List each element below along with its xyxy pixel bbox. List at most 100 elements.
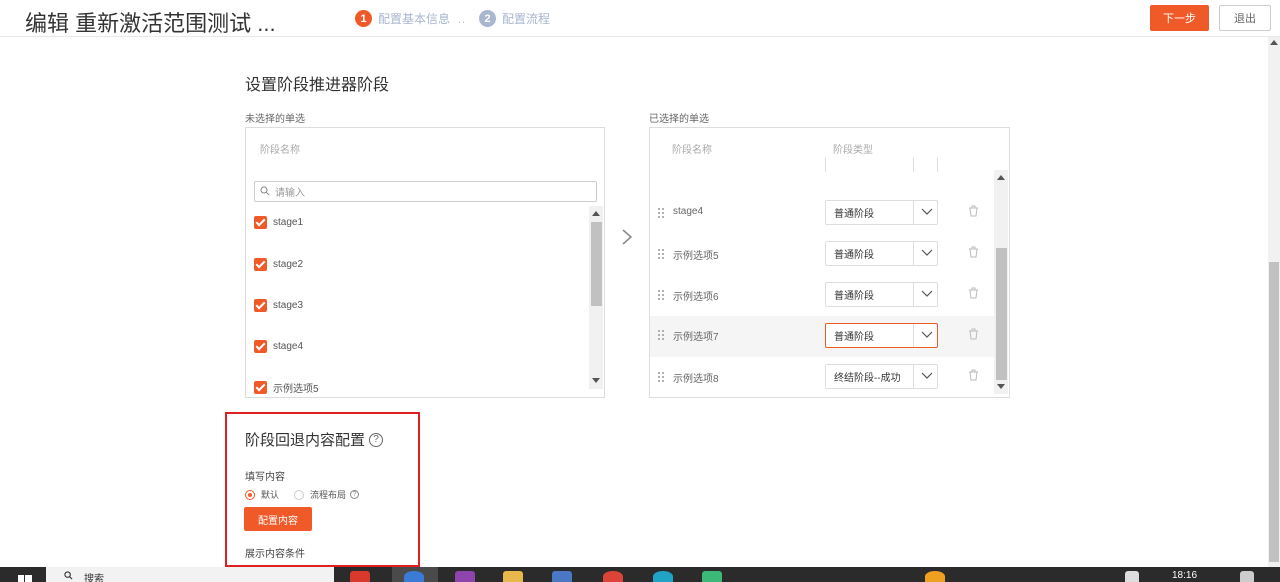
list-scrollbar[interactable] — [994, 170, 1008, 394]
stage-type-select[interactable]: 终结阶段--成功 — [825, 364, 938, 389]
drag-handle-icon[interactable] — [657, 371, 665, 383]
list-item[interactable]: 示例选项5 — [254, 380, 319, 395]
scrollbar-thumb[interactable] — [996, 248, 1007, 380]
scrollbar-thumb[interactable] — [591, 222, 602, 306]
list-item[interactable]: stage2 — [254, 257, 303, 271]
help-icon[interactable]: ? — [350, 490, 360, 499]
drag-handle-icon[interactable] — [657, 289, 665, 301]
radio-flow-layout[interactable]: 流程布局 ? — [294, 488, 360, 501]
select-value: 终结阶段--成功 — [834, 373, 901, 384]
stage-name: 示例选项8 — [673, 374, 719, 385]
drag-handle-icon[interactable] — [657, 248, 665, 260]
table-row[interactable]: 示例选项8 终结阶段--成功 — [650, 364, 994, 397]
folder-icon[interactable] — [503, 571, 523, 582]
stage-type-select — [825, 158, 938, 172]
search-input[interactable]: 请输入 — [254, 181, 597, 202]
column-header-name: 阶段名称 — [260, 145, 300, 156]
help-icon[interactable]: ? — [369, 432, 384, 447]
scroll-down-arrow-icon[interactable] — [592, 378, 600, 383]
trash-icon[interactable] — [968, 205, 979, 217]
search-icon — [64, 571, 73, 580]
rollback-title-text: 阶段回退内容配置 — [245, 432, 366, 449]
drag-handle-icon[interactable] — [657, 329, 665, 341]
windows-start-icon[interactable] — [18, 573, 32, 582]
app-icon[interactable] — [350, 571, 370, 582]
table-row[interactable]: stage4 普通阶段 — [650, 200, 994, 241]
list-scrollbar[interactable] — [589, 206, 603, 389]
select-value: 普通阶段 — [834, 291, 874, 302]
list-item[interactable]: stage4 — [254, 339, 303, 353]
weather-icon[interactable] — [925, 571, 945, 582]
step-basic-info[interactable]: 1 配置基本信息 — [355, 10, 450, 27]
browser-icon[interactable] — [404, 571, 424, 582]
action-center-icon[interactable] — [1240, 571, 1254, 582]
radio-button-selected[interactable] — [245, 489, 255, 500]
select-value: 普通阶段 — [834, 250, 874, 261]
app-icon[interactable] — [653, 571, 673, 582]
scroll-down-arrow-icon[interactable] — [997, 384, 1005, 389]
display-condition-label: 展示内容条件 — [245, 549, 305, 560]
checkbox-checked[interactable] — [254, 298, 267, 312]
trash-icon[interactable] — [968, 246, 979, 258]
page-title: 编辑 重新激活范围测试 ... — [25, 11, 276, 36]
radio-label: 默认 — [261, 490, 280, 500]
trash-icon[interactable] — [968, 328, 979, 340]
chevron-down-icon[interactable] — [921, 330, 933, 340]
configure-content-button[interactable]: 配置内容 — [244, 507, 312, 531]
select-divider — [913, 242, 914, 265]
chevron-down-icon[interactable] — [921, 371, 933, 381]
list-item[interactable]: stage1 — [254, 215, 303, 229]
list-item[interactable]: stage3 — [254, 298, 303, 312]
checkbox-checked[interactable] — [254, 339, 267, 353]
app-icon[interactable] — [552, 571, 572, 582]
select-divider — [913, 158, 914, 172]
stage-type-select[interactable]: 普通阶段 — [825, 323, 938, 348]
radio-button[interactable] — [294, 489, 304, 500]
chevron-down-icon[interactable] — [921, 289, 933, 299]
radio-label: 流程布局 — [310, 490, 347, 500]
taskbar-search-text: 搜索 — [84, 574, 104, 582]
column-header-name: 阶段名称 — [672, 145, 712, 156]
app-icon[interactable] — [455, 571, 475, 582]
select-value: 普通阶段 — [834, 209, 874, 220]
table-row-hovered[interactable]: 示例选项7 普通阶段 — [650, 316, 994, 357]
step-number: 2 — [479, 10, 496, 27]
scroll-up-arrow-icon[interactable] — [997, 175, 1005, 180]
search-icon — [260, 186, 270, 196]
page-scrollbar[interactable] — [1268, 37, 1280, 567]
table-row-partial — [650, 158, 994, 172]
chevron-down-icon[interactable] — [921, 207, 933, 217]
stage-name: 示例选项7 — [673, 332, 719, 343]
checkbox-checked[interactable] — [254, 380, 267, 394]
taskbar-search[interactable]: 搜索 — [46, 567, 334, 582]
chevron-down-icon[interactable] — [921, 248, 933, 258]
scroll-up-arrow-icon[interactable] — [1270, 40, 1278, 45]
step-flow-config[interactable]: 2 配置流程 — [479, 10, 550, 27]
drag-handle-icon[interactable] — [657, 207, 665, 219]
item-label: stage1 — [273, 216, 304, 228]
checkbox-checked[interactable] — [254, 257, 267, 271]
app-icon[interactable] — [702, 571, 722, 582]
trash-icon[interactable] — [968, 369, 979, 381]
table-row[interactable]: 示例选项5 普通阶段 — [650, 241, 994, 282]
search-placeholder: 请输入 — [275, 188, 305, 199]
stage-type-select[interactable]: 普通阶段 — [825, 200, 938, 225]
scrollbar-thumb[interactable] — [1269, 262, 1279, 562]
chrome-icon[interactable] — [603, 571, 623, 582]
clock-time[interactable]: 18:16 — [1172, 570, 1197, 581]
item-label: 示例选项5 — [273, 383, 319, 395]
step-label: 配置流程 — [502, 12, 551, 26]
selected-label: 已选择的单选 — [649, 114, 709, 125]
notification-icon[interactable] — [1125, 571, 1139, 582]
exit-button[interactable]: 退出 — [1219, 5, 1271, 31]
item-label: stage4 — [273, 340, 304, 352]
radio-default[interactable]: 默认 — [245, 488, 279, 501]
chevron-right-icon[interactable] — [620, 228, 634, 246]
stage-type-select[interactable]: 普通阶段 — [825, 241, 938, 266]
trash-icon[interactable] — [968, 287, 979, 299]
stage-type-select[interactable]: 普通阶段 — [825, 282, 938, 307]
checkbox-checked[interactable] — [254, 215, 267, 229]
os-taskbar: 搜索 18:16 — [0, 567, 1280, 582]
scroll-up-arrow-icon[interactable] — [592, 211, 600, 216]
next-step-button[interactable]: 下一步 — [1150, 5, 1209, 31]
